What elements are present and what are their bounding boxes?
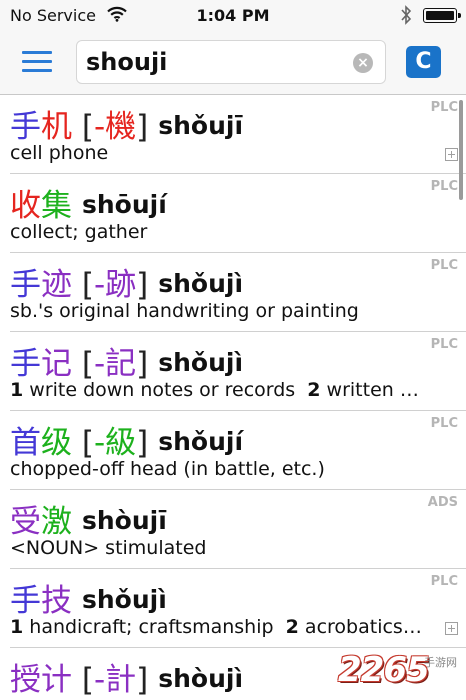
hanzi-char: 首 bbox=[10, 425, 41, 461]
traditional-close-bracket: ] bbox=[136, 109, 149, 145]
hanzi-char: 手 bbox=[10, 346, 41, 382]
entry-headword: 收集 shōují bbox=[10, 180, 167, 225]
sense-number: 1 bbox=[10, 616, 24, 638]
traditional-open-bracket: [ bbox=[72, 425, 94, 461]
entry-definition: sb.'s original handwriting or painting bbox=[10, 300, 359, 322]
status-bar: No Service 1:04 PM bbox=[0, 0, 466, 30]
search-input[interactable] bbox=[86, 47, 336, 77]
entry-pinyin: shǒujì bbox=[82, 585, 167, 614]
traditional-close-bracket: ] bbox=[136, 346, 149, 382]
entry-pinyin: shōují bbox=[82, 190, 167, 219]
hanzi-char: 计 bbox=[41, 662, 72, 698]
entry-headword: 手技 shǒujì bbox=[10, 575, 167, 620]
hanzi-char: 技 bbox=[41, 583, 72, 619]
hanzi-char: 级 bbox=[41, 425, 72, 461]
traditional-char: 機 bbox=[105, 109, 137, 145]
traditional-open-bracket: [ bbox=[72, 662, 94, 698]
source-tag: PLC bbox=[430, 416, 458, 431]
entry-pinyin: shòujì bbox=[158, 664, 244, 693]
traditional-close-bracket: ] bbox=[136, 662, 149, 698]
result-entry[interactable]: 受激 shòujī <NOUN> stimulated ADS bbox=[10, 490, 466, 569]
hanzi-char: 收 bbox=[10, 188, 41, 224]
source-tag: ADS bbox=[427, 495, 458, 510]
result-entry[interactable]: 手机 [-機] shǒujī cell phone PLC bbox=[10, 95, 466, 174]
traditional-char: - bbox=[93, 109, 106, 145]
expand-plus-icon[interactable] bbox=[445, 148, 458, 161]
entry-pinyin: shòujī bbox=[82, 506, 167, 535]
hanzi-char: 记 bbox=[41, 346, 72, 382]
traditional-close-bracket: ] bbox=[136, 267, 149, 303]
source-tag: PLC bbox=[430, 258, 458, 273]
entry-pinyin: shǒujī bbox=[158, 111, 244, 140]
entry-definition: chopped-off head (in battle, etc.) bbox=[10, 458, 325, 480]
sense-text: acrobatics… bbox=[298, 616, 422, 638]
entry-headword: 受激 shòujī bbox=[10, 496, 167, 541]
hanzi-char: 手 bbox=[10, 583, 41, 619]
traditional-char: 級 bbox=[105, 425, 137, 461]
hanzi-char: 受 bbox=[10, 504, 41, 540]
scrollbar[interactable] bbox=[459, 100, 463, 200]
hanzi-char: 机 bbox=[41, 109, 72, 145]
traditional-char: - bbox=[93, 425, 106, 461]
entry-pinyin: shǒujì bbox=[158, 348, 244, 377]
battery-icon bbox=[423, 8, 461, 23]
search-box: × bbox=[76, 40, 386, 84]
sense-text: written … bbox=[320, 379, 419, 401]
traditional-open-bracket: [ bbox=[72, 109, 94, 145]
results-list[interactable]: 手机 [-機] shǒujī cell phone PLC 收集 shōují collec… bbox=[0, 95, 466, 700]
source-tag: PLC bbox=[430, 100, 458, 115]
sense-text: write down notes or records bbox=[23, 379, 308, 401]
result-entry[interactable]: 手记 [-記] shǒujì 1 write down notes or recor… bbox=[10, 332, 466, 411]
result-entry[interactable]: 手迹 [-跡] shǒujì sb.'s original handwriting … bbox=[10, 253, 466, 332]
hanzi-char: 授 bbox=[10, 662, 41, 698]
sense-text: handicraft; craftsmanship bbox=[23, 616, 286, 638]
entry-definition: 1 handicraft; craftsmanship 2 acrobatics… bbox=[10, 616, 430, 638]
hanzi-char: 激 bbox=[41, 504, 72, 540]
search-toolbar: × C bbox=[0, 30, 466, 95]
source-tag: PLC bbox=[430, 179, 458, 194]
clear-search-icon[interactable]: × bbox=[353, 53, 373, 73]
traditional-char: 記 bbox=[105, 346, 137, 382]
result-entry[interactable]: 手技 shǒujì 1 handicraft; craftsmanship 2 ac… bbox=[10, 569, 466, 648]
clipboard-c-button[interactable]: C bbox=[406, 46, 441, 78]
traditional-char: - bbox=[93, 346, 106, 382]
entry-headword: 手迹 [-跡] shǒujì bbox=[10, 259, 243, 304]
entry-pinyin: shǒujì bbox=[158, 269, 244, 298]
sense-number: 2 bbox=[285, 616, 299, 638]
traditional-char: - bbox=[93, 267, 106, 303]
result-entry[interactable]: 收集 shōují collect; gather PLC bbox=[10, 174, 466, 253]
sense-number: 2 bbox=[307, 379, 321, 401]
source-tag: PLC bbox=[430, 574, 458, 589]
traditional-char: 跡 bbox=[105, 267, 137, 303]
entry-headword: 首级 [-級] shǒují bbox=[10, 417, 243, 462]
traditional-char: - bbox=[93, 662, 106, 698]
hamburger-menu-icon[interactable] bbox=[22, 50, 54, 74]
entry-pinyin: shǒují bbox=[158, 427, 244, 456]
entry-definition: collect; gather bbox=[10, 221, 148, 243]
bluetooth-icon bbox=[400, 5, 412, 29]
traditional-open-bracket: [ bbox=[72, 267, 94, 303]
traditional-close-bracket: ] bbox=[136, 425, 149, 461]
hanzi-char: 迹 bbox=[41, 267, 72, 303]
entry-headword: 手记 [-記] shǒujì bbox=[10, 338, 243, 383]
entry-definition: <NOUN> stimulated bbox=[10, 537, 207, 559]
traditional-char: 計 bbox=[105, 662, 137, 698]
hanzi-char: 集 bbox=[41, 188, 72, 224]
expand-plus-icon[interactable] bbox=[445, 622, 458, 635]
source-tag: PLC bbox=[430, 337, 458, 352]
hanzi-char: 手 bbox=[10, 109, 41, 145]
watermark-logo: 2265 手游网 bbox=[338, 650, 457, 690]
entry-headword: 授计 [-計] shòujì bbox=[10, 654, 243, 699]
result-entry[interactable]: 首级 [-級] shǒují chopped-off head (in battle… bbox=[10, 411, 466, 490]
traditional-open-bracket: [ bbox=[72, 346, 94, 382]
hanzi-char: 手 bbox=[10, 267, 41, 303]
clock: 1:04 PM bbox=[196, 6, 270, 25]
entry-definition: 1 write down notes or records 2 written … bbox=[10, 379, 430, 401]
sense-number: 1 bbox=[10, 379, 24, 401]
entry-headword: 手机 [-機] shǒujī bbox=[10, 101, 243, 146]
entry-definition: cell phone bbox=[10, 142, 109, 164]
